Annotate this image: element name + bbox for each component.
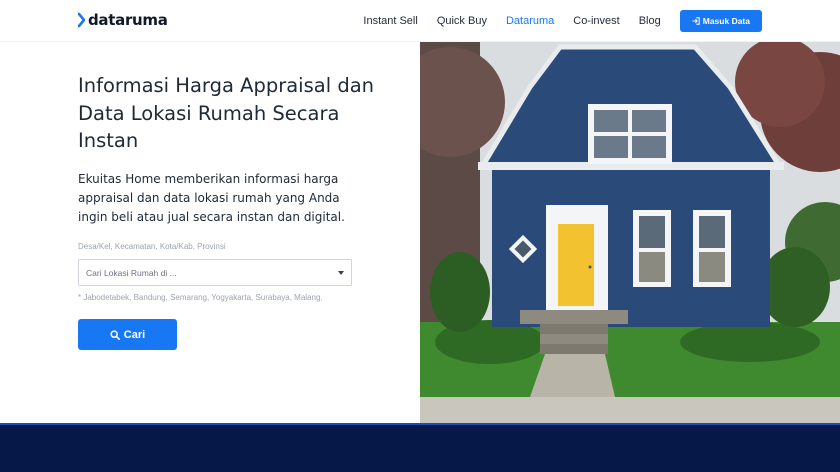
search-button[interactable]: Cari xyxy=(78,319,177,350)
search-field-label: Desa/Kel, Kecamatan, Kota/Kab, Provinsi xyxy=(78,242,226,251)
sign-in-icon xyxy=(692,17,700,25)
nav-instant-sell[interactable]: Instant Sell xyxy=(363,15,417,27)
site-header: dataruma Instant Sell Quick Buy Dataruma… xyxy=(0,0,840,42)
nav-dataruma[interactable]: Dataruma xyxy=(506,15,554,27)
nav-quick-buy[interactable]: Quick Buy xyxy=(437,15,487,27)
location-select[interactable]: Cari Lokasi Rumah di ... xyxy=(78,259,352,286)
nav-blog[interactable]: Blog xyxy=(639,15,661,27)
hero-description: Ekuitas Home memberikan informasi harga … xyxy=(78,172,345,224)
location-select-placeholder: Cari Lokasi Rumah di ... xyxy=(86,267,177,278)
footer-band xyxy=(0,423,840,472)
house-illustration xyxy=(420,42,840,423)
logo-chevron-icon xyxy=(78,12,85,28)
house-photo xyxy=(420,42,840,423)
main-nav: Instant Sell Quick Buy Dataruma Co-inves… xyxy=(344,0,762,42)
nav-co-invest[interactable]: Co-invest xyxy=(573,15,619,27)
coverage-note: * Jabodetabek, Bandung, Semarang, Yogyak… xyxy=(78,293,323,302)
masuk-data-label: Masuk Data xyxy=(702,16,750,26)
caret-down-icon xyxy=(338,270,344,275)
hero-title: Informasi Harga Appraisal dan Data Lokas… xyxy=(78,74,375,152)
search-button-label: Cari xyxy=(123,328,146,341)
search-icon xyxy=(110,329,120,340)
brand-logo[interactable]: dataruma xyxy=(78,11,168,29)
masuk-data-button[interactable]: Masuk Data xyxy=(679,10,762,32)
logo-text: dataruma xyxy=(88,11,168,29)
